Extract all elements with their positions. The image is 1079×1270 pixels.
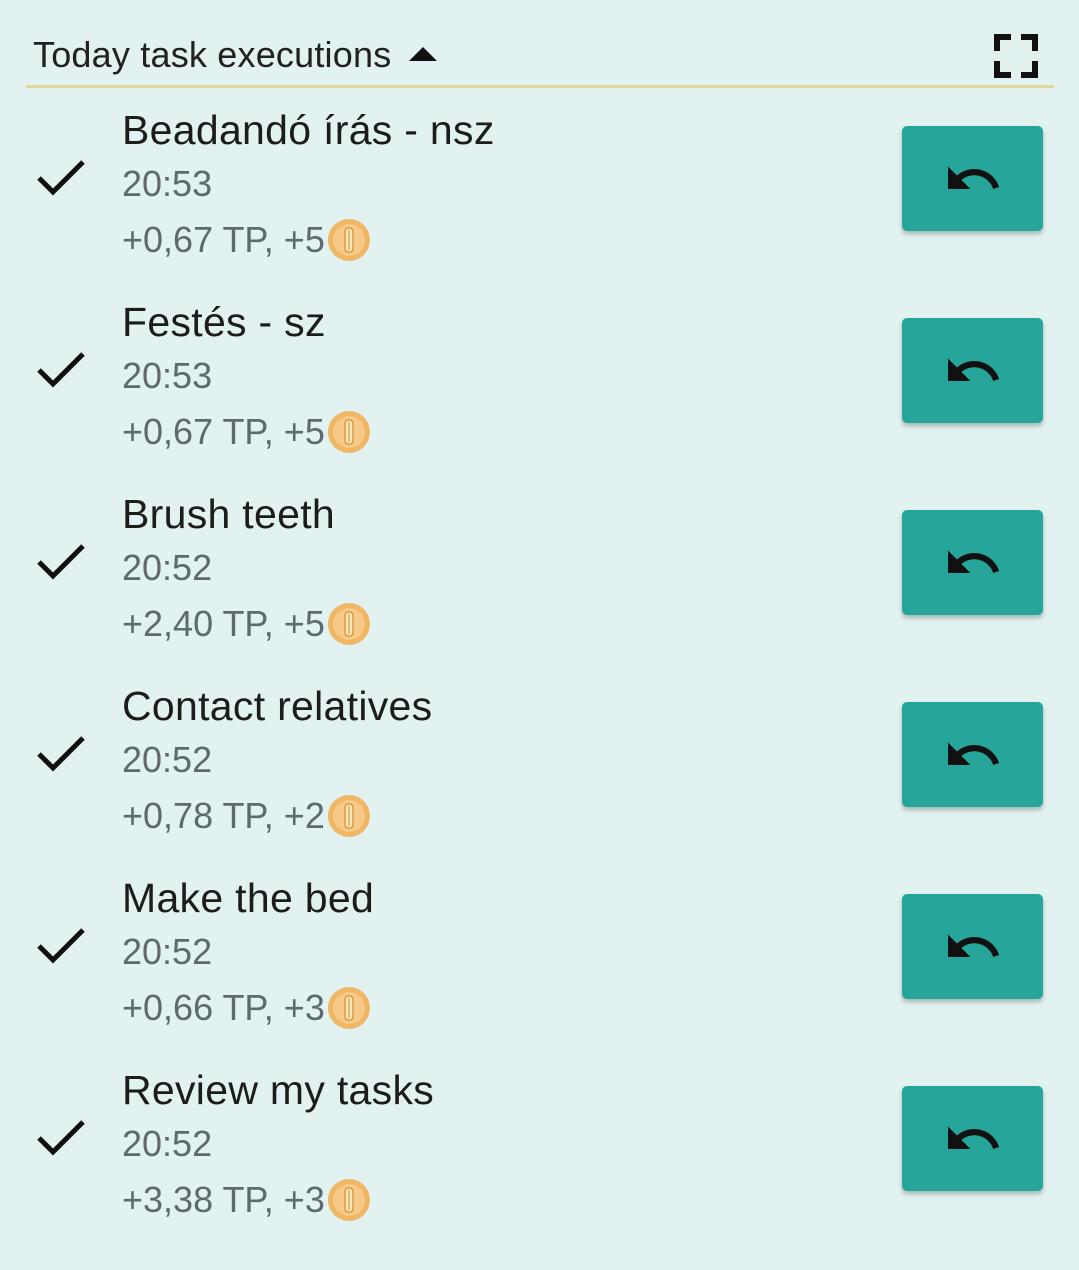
list-item: Beadandó írás - nsz 20:53 +0,67 TP, +5 xyxy=(0,104,1079,296)
task-time: 20:52 xyxy=(122,1123,213,1164)
task-name: Festés - sz xyxy=(122,299,326,345)
task-time: 20:53 xyxy=(122,355,213,396)
coin-icon xyxy=(327,603,370,645)
task-info: Beadandó írás - nsz 20:53 +0,67 TP, +5 xyxy=(122,104,495,268)
coin-icon xyxy=(327,219,370,261)
check-icon xyxy=(37,352,85,388)
coin-icon xyxy=(327,411,370,453)
undo-button[interactable] xyxy=(902,318,1043,423)
undo-button[interactable] xyxy=(902,126,1043,231)
check-icon xyxy=(37,1120,85,1156)
check-icon xyxy=(37,160,85,196)
coin-icon xyxy=(327,1179,370,1221)
task-reward-line: +0,67 TP, +5 xyxy=(122,404,371,460)
undo-icon xyxy=(947,166,999,189)
task-reward-line: +3,38 TP, +3 xyxy=(122,1172,434,1228)
list-item: Review my tasks 20:52 +3,38 TP, +3 xyxy=(0,1064,1079,1256)
undo-icon xyxy=(947,934,999,957)
list-item: Brush teeth 20:52 +2,40 TP, +5 xyxy=(0,488,1079,680)
list-item: Festés - sz 20:53 +0,67 TP, +5 xyxy=(0,296,1079,488)
task-name: Review my tasks xyxy=(122,1067,435,1113)
task-name: Make the bed xyxy=(122,875,375,921)
undo-icon xyxy=(947,742,999,765)
task-reward: +0,67 TP, +5 xyxy=(122,219,325,260)
list-item: Contact relatives 20:52 +0,78 TP, +2 xyxy=(0,680,1079,872)
task-info: Review my tasks 20:52 +3,38 TP, +3 xyxy=(122,1064,434,1228)
task-reward-line: +2,40 TP, +5 xyxy=(122,596,371,652)
task-name: Beadandó írás - nsz xyxy=(122,107,495,153)
task-reward-line: +0,78 TP, +2 xyxy=(122,788,432,844)
task-time: 20:52 xyxy=(122,547,213,588)
task-reward-line: +0,66 TP, +3 xyxy=(122,980,374,1036)
task-reward: +2,40 TP, +5 xyxy=(122,603,325,644)
task-info: Contact relatives 20:52 +0,78 TP, +2 xyxy=(122,680,432,844)
coin-icon xyxy=(327,987,370,1029)
check-icon xyxy=(37,928,85,964)
task-execution-list: Beadandó írás - nsz 20:53 +0,67 TP, +5 F… xyxy=(0,104,1079,1256)
undo-icon xyxy=(947,550,999,573)
undo-button[interactable] xyxy=(902,894,1043,999)
task-time: 20:53 xyxy=(122,163,213,204)
task-time: 20:52 xyxy=(122,739,213,780)
fullscreen-icon xyxy=(994,34,1038,78)
task-reward: +0,67 TP, +5 xyxy=(122,411,325,452)
section-title: Today task executions xyxy=(33,34,392,75)
task-name: Contact relatives xyxy=(122,683,433,729)
undo-icon xyxy=(947,358,999,381)
section-header: Today task executions xyxy=(26,0,1054,88)
task-info: Make the bed 20:52 +0,66 TP, +3 xyxy=(122,872,374,1036)
list-item: Make the bed 20:52 +0,66 TP, +3 xyxy=(0,872,1079,1064)
check-icon xyxy=(37,736,85,772)
undo-button[interactable] xyxy=(902,1086,1043,1191)
task-info: Brush teeth 20:52 +2,40 TP, +5 xyxy=(122,488,371,652)
task-info: Festés - sz 20:53 +0,67 TP, +5 xyxy=(122,296,371,460)
undo-button[interactable] xyxy=(902,702,1043,807)
task-reward: +3,38 TP, +3 xyxy=(122,1179,325,1220)
task-reward-line: +0,67 TP, +5 xyxy=(122,212,495,268)
undo-icon xyxy=(947,1126,999,1149)
caret-up-icon xyxy=(409,47,438,61)
fullscreen-button[interactable] xyxy=(994,34,1038,78)
collapse-toggle[interactable]: Today task executions xyxy=(33,34,438,76)
coin-icon xyxy=(327,795,370,837)
undo-button[interactable] xyxy=(902,510,1043,615)
task-name: Brush teeth xyxy=(122,491,335,537)
task-reward: +0,78 TP, +2 xyxy=(122,795,325,836)
check-icon xyxy=(37,544,85,580)
task-reward: +0,66 TP, +3 xyxy=(122,987,325,1028)
task-time: 20:52 xyxy=(122,931,213,972)
